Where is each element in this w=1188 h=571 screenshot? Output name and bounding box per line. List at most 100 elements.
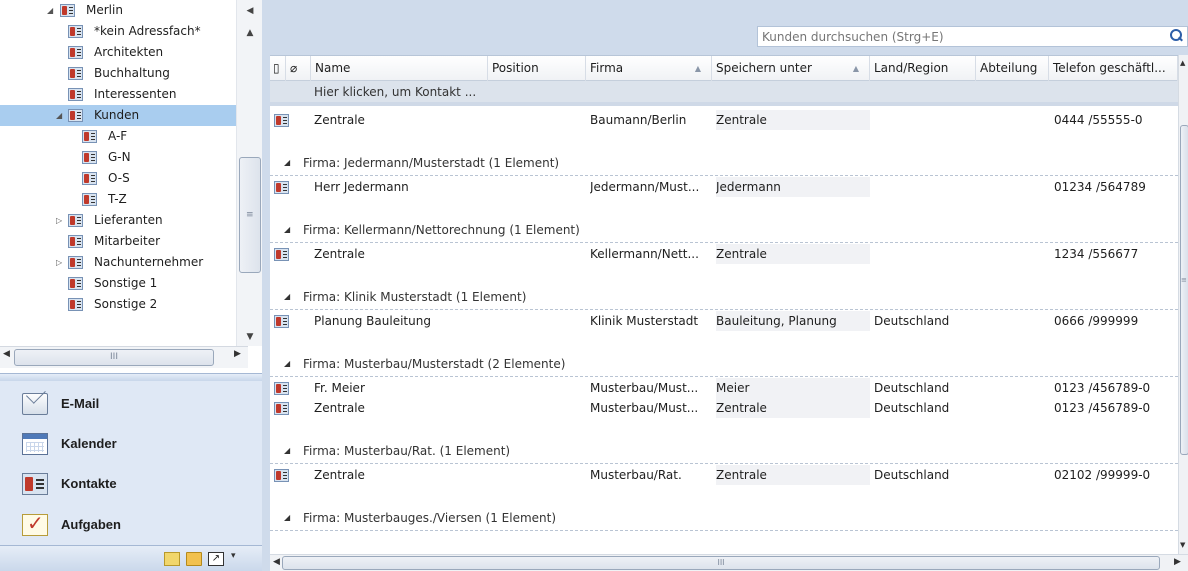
- collapsed-triangle-icon[interactable]: ▷: [56, 252, 66, 273]
- cell-speichern-unter: Zentrale: [716, 110, 870, 130]
- scroll-down-arrow-icon[interactable]: ▼: [1180, 541, 1185, 549]
- scroll-left-icon[interactable]: ◀: [3, 349, 10, 359]
- cell-name: Herr Jedermann: [314, 180, 409, 194]
- column-position[interactable]: Position: [488, 56, 586, 81]
- cell-land: [874, 244, 976, 264]
- folder-item[interactable]: Interessenten: [0, 84, 236, 105]
- folder-horizontal-scrollbar[interactable]: ◀ III ▶: [0, 346, 248, 368]
- contact-row[interactable]: Zentrale Musterbau/Must... Zentrale Deutsch…: [270, 398, 1178, 418]
- folder-item[interactable]: ▷ Lieferanten: [0, 210, 236, 231]
- navigation-pane: ◢ Merlin *kein Adressfach* Architekten Buc…: [0, 0, 262, 571]
- column-icon[interactable]: ▯: [270, 56, 286, 81]
- search-box[interactable]: [757, 26, 1188, 47]
- scroll-left-icon[interactable]: ◀: [273, 557, 280, 567]
- notes-icon[interactable]: [164, 552, 180, 566]
- expanded-triangle-icon[interactable]: ◢: [56, 105, 66, 126]
- cell-land: [874, 110, 976, 130]
- column-attachment[interactable]: ⌀: [286, 56, 311, 81]
- module-contacts-button[interactable]: Kontakte: [0, 463, 262, 503]
- scroll-up-arrow-icon[interactable]: ▲: [239, 24, 261, 42]
- cell-abteilung: [980, 378, 1049, 398]
- folder-item[interactable]: Sonstige 2: [0, 294, 236, 315]
- scroll-right-icon[interactable]: ▶: [1174, 557, 1181, 567]
- column-speichern-unter[interactable]: Speichern unter ▲: [712, 56, 870, 81]
- cell-speichern-unter: Zentrale: [716, 244, 870, 264]
- folder-item-root[interactable]: ◢ Merlin: [0, 0, 236, 21]
- contact-row[interactable]: Zentrale Baumann/Berlin Zentrale 0444 /5555…: [270, 110, 1178, 130]
- cell-name: Planung Bauleitung: [314, 314, 431, 328]
- column-name[interactable]: Name: [311, 56, 488, 81]
- group-header[interactable]: ◢ Firma: Kellermann/Nettorechnung (1 Elem…: [270, 221, 1178, 243]
- column-land-region[interactable]: Land/Region: [870, 56, 976, 81]
- cell-firma: Kellermann/Nett...: [590, 247, 699, 261]
- folder-item[interactable]: A-F: [0, 126, 236, 147]
- group-header[interactable]: ◢ Firma: Musterbau/Rat. (1 Element): [270, 442, 1178, 464]
- list-horizontal-scrollbar[interactable]: ◀ III ▶: [270, 554, 1188, 571]
- new-contact-row[interactable]: Hier klicken, um Kontakt ...: [270, 81, 1178, 106]
- folder-item[interactable]: Sonstige 1: [0, 273, 236, 294]
- group-header[interactable]: ◢ Firma: Klinik Musterstadt (1 Element): [270, 288, 1178, 310]
- contact-row[interactable]: Zentrale Kellermann/Nett... Zentrale 1234 /…: [270, 244, 1178, 264]
- folder-item[interactable]: Architekten: [0, 42, 236, 63]
- search-input[interactable]: [758, 27, 1163, 46]
- column-abteilung[interactable]: Abteilung: [976, 56, 1049, 81]
- folder-item[interactable]: ▷ Nachunternehmer: [0, 252, 236, 273]
- folder-item[interactable]: G-N: [0, 147, 236, 168]
- cell-telefon: 01234 /564789: [1054, 180, 1146, 194]
- nav-splitter[interactable]: [0, 373, 262, 381]
- folder-hscroll-thumb[interactable]: III: [14, 349, 214, 366]
- group-label: Firma: Jedermann/Musterstadt (1 Element): [303, 156, 560, 170]
- contact-row[interactable]: Herr Jedermann Jedermann/Must... Jedermann…: [270, 177, 1178, 197]
- module-tasks-button[interactable]: Aufgaben: [0, 504, 262, 544]
- group-collapse-icon[interactable]: ◢: [284, 446, 290, 455]
- folder-item[interactable]: Mitarbeiter: [0, 231, 236, 252]
- module-email-button[interactable]: E-Mail: [0, 383, 262, 423]
- group-collapse-icon[interactable]: ◢: [284, 158, 290, 167]
- scroll-up-arrow-icon[interactable]: ▲: [1180, 59, 1185, 67]
- list-scroll-thumb[interactable]: ≡: [1180, 125, 1188, 455]
- folder-item[interactable]: ◢ Kunden: [0, 105, 236, 126]
- group-collapse-icon[interactable]: ◢: [284, 225, 290, 234]
- configure-buttons-icon[interactable]: ▾: [231, 551, 236, 561]
- column-firma[interactable]: Firma ▲: [586, 56, 712, 81]
- group-label: Firma: Musterbau/Musterstadt (2 Elemente…: [303, 357, 566, 371]
- folder-label: Merlin: [86, 3, 123, 17]
- module-calendar-button[interactable]: Kalender: [0, 423, 262, 463]
- folder-label: Sonstige 2: [94, 297, 158, 311]
- folder-item[interactable]: Buchhaltung: [0, 63, 236, 84]
- folder-scrollbar[interactable]: ◀ ▲ ≡ ▼: [236, 0, 262, 346]
- scroll-right-icon[interactable]: ▶: [234, 349, 241, 359]
- folder-label: Architekten: [94, 45, 164, 59]
- paperclip-icon: ⌀: [290, 61, 298, 75]
- scroll-left-arrow-icon[interactable]: ◀: [239, 2, 261, 20]
- contact-row[interactable]: Zentrale Musterbau/Rat. Zentrale Deutschlan…: [270, 465, 1178, 485]
- group-collapse-icon[interactable]: ◢: [284, 513, 290, 522]
- shortcuts-icon[interactable]: ↗: [208, 552, 224, 566]
- group-header[interactable]: ◢ Firma: Musterbau/Musterstadt (2 Element…: [270, 355, 1178, 377]
- folder-label: G-N: [108, 150, 131, 164]
- folder-item[interactable]: O-S: [0, 168, 236, 189]
- expanded-triangle-icon[interactable]: ◢: [47, 0, 57, 21]
- contact-folder-icon: [60, 4, 75, 17]
- contact-folder-icon: [68, 277, 83, 290]
- list-vertical-scrollbar[interactable]: ▲ ≡ ▼: [1178, 55, 1188, 554]
- folder-item[interactable]: *kein Adressfach*: [0, 21, 236, 42]
- group-collapse-icon[interactable]: ◢: [284, 292, 290, 301]
- folder-scroll-thumb[interactable]: ≡: [239, 157, 261, 273]
- column-telefon[interactable]: Telefon geschäftl...: [1049, 56, 1178, 81]
- contact-row[interactable]: Fr. Meier Musterbau/Must... Meier Deutschla…: [270, 378, 1178, 398]
- list-hscroll-thumb[interactable]: III: [282, 556, 1160, 570]
- folder-item[interactable]: T-Z: [0, 189, 236, 210]
- group-header[interactable]: ◢ Firma: Jedermann/Musterstadt (1 Element…: [270, 154, 1178, 176]
- cell-abteilung: [980, 110, 1049, 130]
- group-label: Firma: Klinik Musterstadt (1 Element): [303, 290, 527, 304]
- contact-folder-icon: [68, 235, 83, 248]
- contact-row[interactable]: Planung Bauleitung Klinik Musterstadt Baul…: [270, 311, 1178, 331]
- column-telefon-label: Telefon geschäftl...: [1053, 61, 1166, 75]
- group-header[interactable]: ◢ Firma: Musterbauges./Viersen (1 Element…: [270, 509, 1178, 531]
- collapsed-triangle-icon[interactable]: ▷: [56, 210, 66, 231]
- scroll-down-arrow-icon[interactable]: ▼: [239, 328, 261, 346]
- search-icon[interactable]: [1170, 29, 1183, 42]
- folder-list-icon[interactable]: [186, 552, 202, 566]
- group-collapse-icon[interactable]: ◢: [284, 359, 290, 368]
